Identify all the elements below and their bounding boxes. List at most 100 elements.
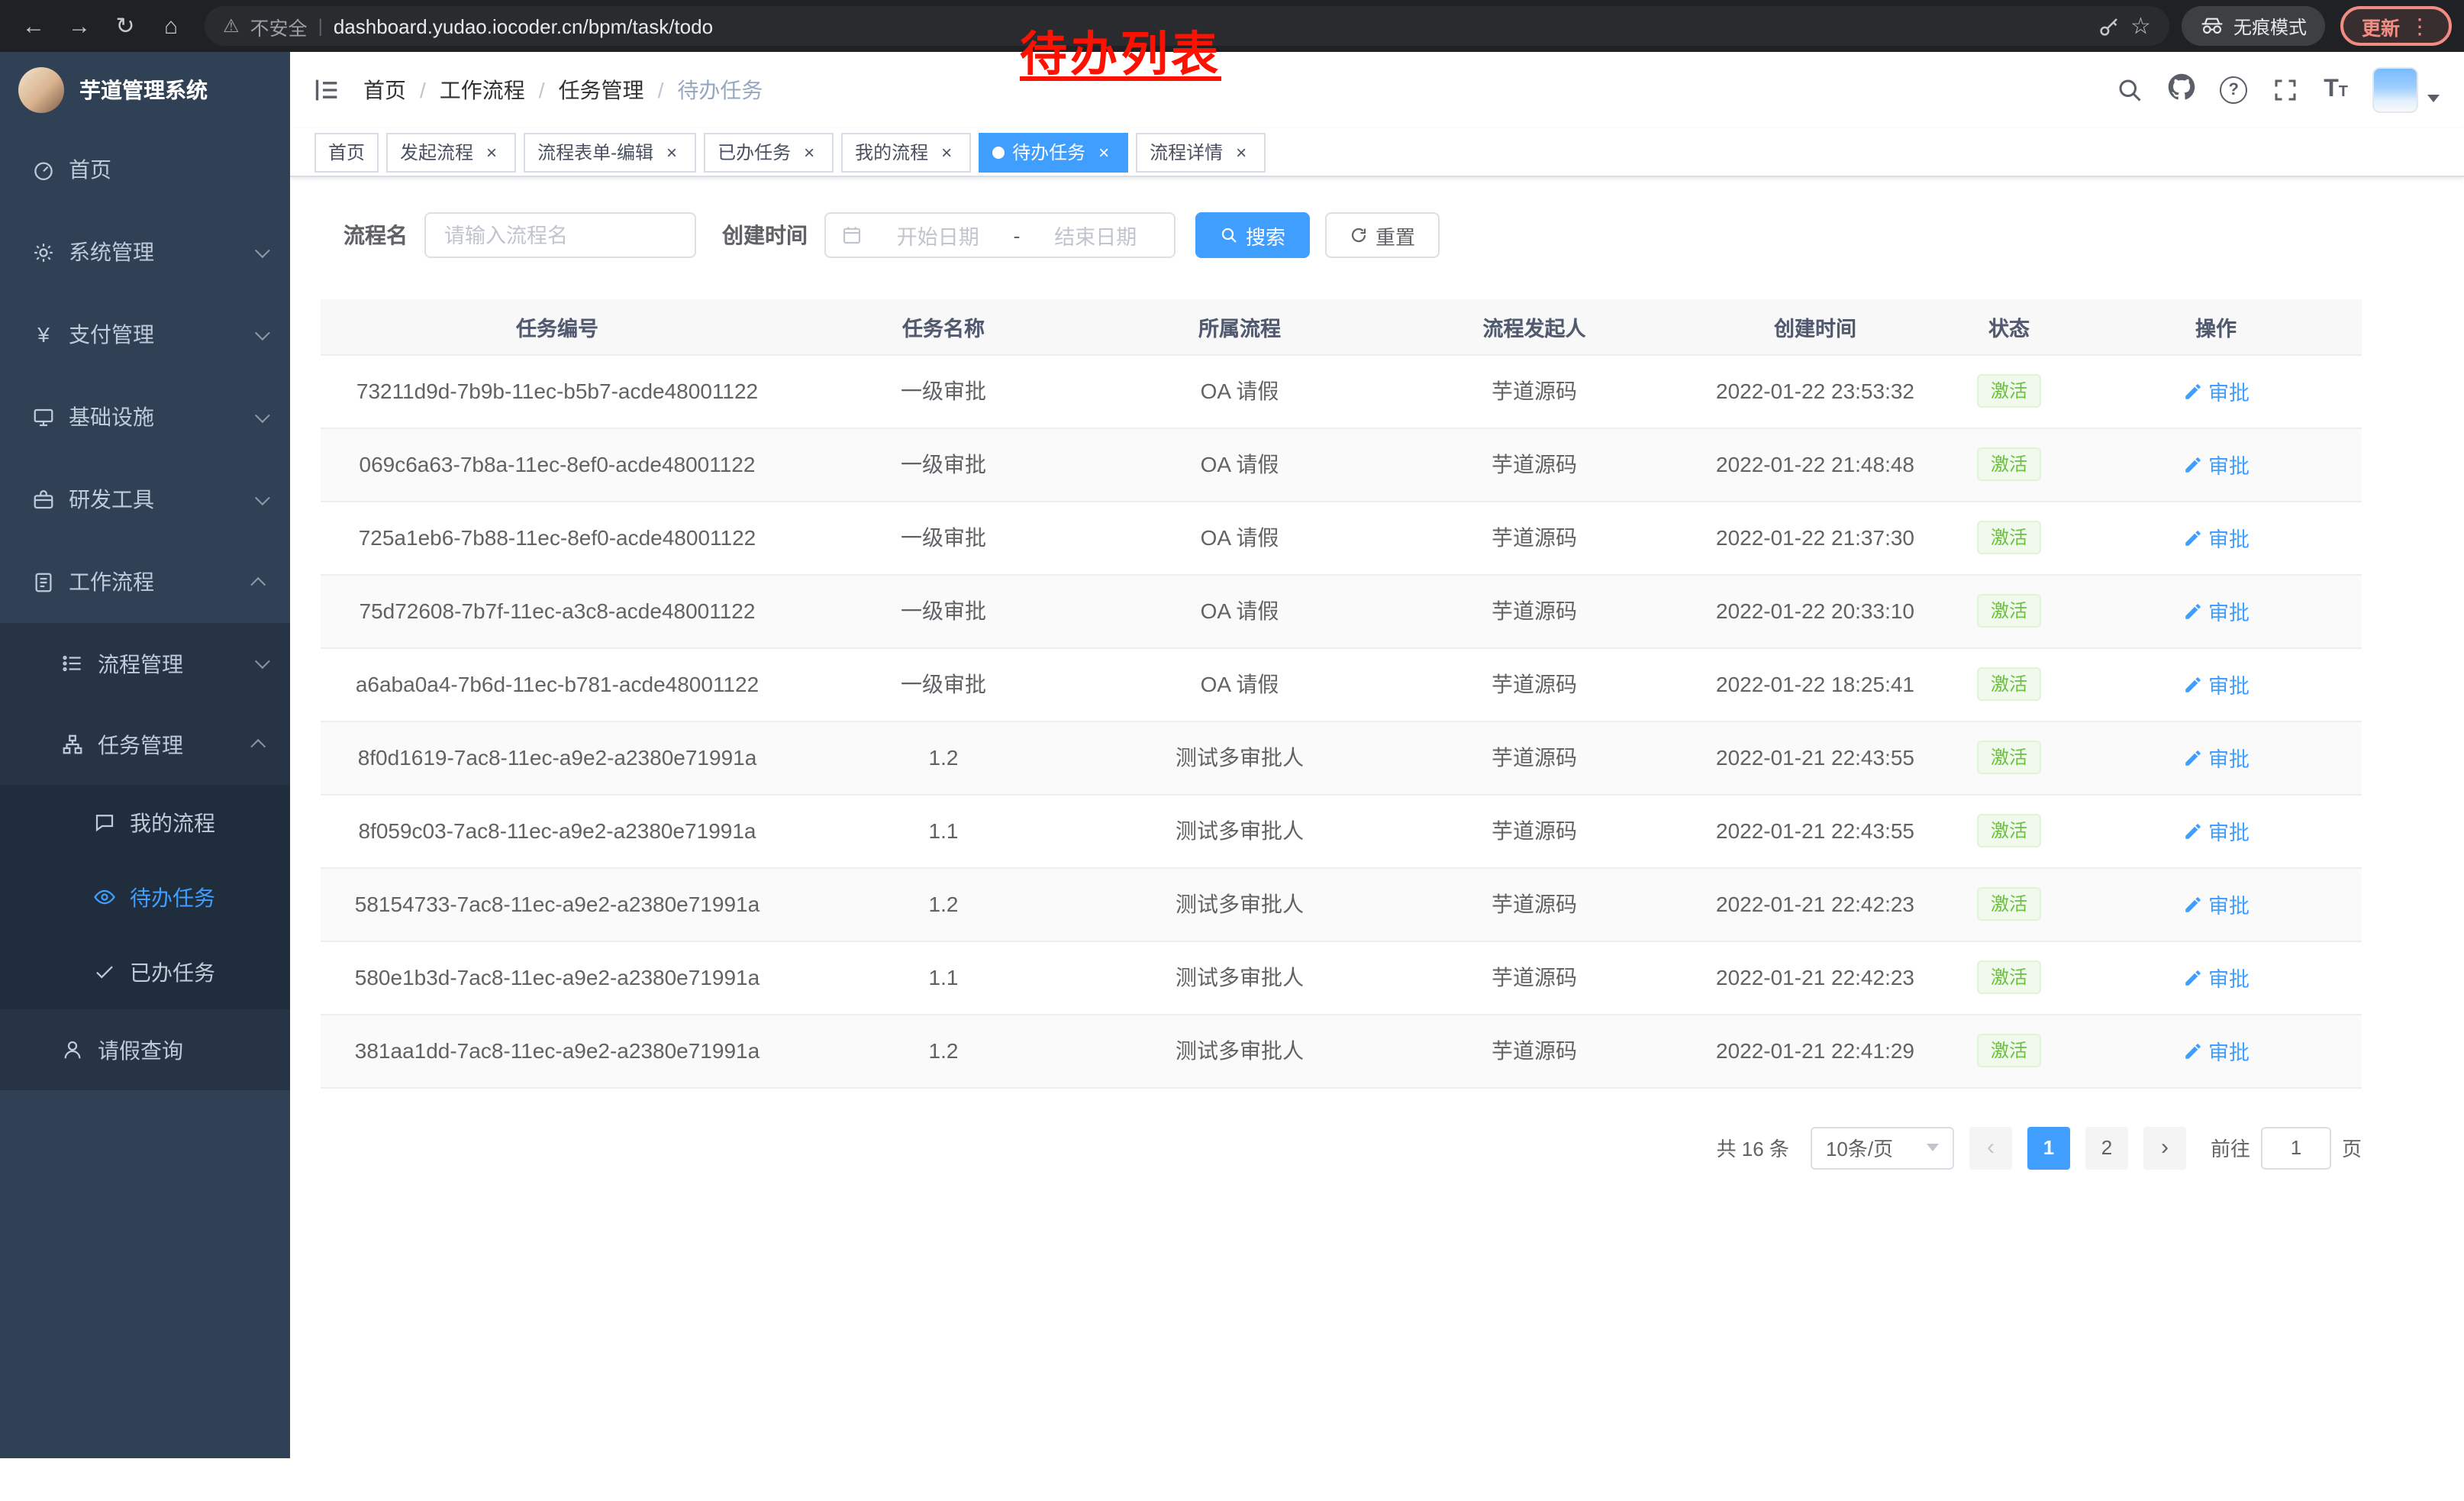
process-name-input[interactable] — [426, 224, 695, 247]
approve-link-label: 审批 — [2208, 962, 2250, 993]
font-size-icon[interactable]: TT — [2324, 76, 2348, 104]
goto-page-input[interactable] — [2261, 1126, 2331, 1169]
sidebar-item-label: 待办任务 — [130, 882, 266, 912]
status-badge: 激活 — [1977, 374, 2041, 408]
search-icon — [1220, 226, 1238, 244]
sidebar-item-workflow[interactable]: 工作流程 — [0, 541, 290, 623]
fullscreen-icon[interactable] — [2272, 76, 2299, 104]
browser-menu-icon[interactable]: ⋮ — [2409, 13, 2430, 39]
cell-task-name: 1.2 — [794, 867, 1093, 941]
next-page-button[interactable]: › — [2143, 1126, 2186, 1169]
page-button-2[interactable]: 2 — [2085, 1126, 2128, 1169]
update-label: 更新 — [2362, 11, 2400, 40]
cell-task-name: 1.1 — [794, 941, 1093, 1014]
reset-button[interactable]: 重置 — [1325, 212, 1440, 258]
sidebar-item-my-process[interactable]: 我的流程 — [0, 785, 290, 860]
cell-status: 激活 — [1948, 574, 2070, 647]
approve-link[interactable]: 审批 — [2182, 962, 2250, 993]
search-icon[interactable] — [2116, 76, 2143, 104]
approve-link[interactable]: 审批 — [2182, 449, 2250, 479]
workflow-submenu: 流程管理 任务管理 我的流程 待办任务 — [0, 623, 290, 1090]
approve-link[interactable]: 审批 — [2182, 815, 2250, 846]
cell-action: 审批 — [2070, 867, 2362, 941]
home-icon[interactable]: ⌂ — [150, 5, 192, 47]
sidebar-item-system[interactable]: 系统管理 — [0, 211, 290, 293]
tab-process-detail[interactable]: 流程详情 × — [1136, 132, 1266, 172]
approve-link[interactable]: 审批 — [2182, 376, 2250, 406]
tab-todo-tasks[interactable]: 待办任务 × — [979, 132, 1128, 172]
sidebar-item-done-tasks[interactable]: 已办任务 — [0, 934, 290, 1009]
sidebar-item-label: 首页 — [69, 154, 266, 185]
approve-link-label: 审批 — [2208, 742, 2250, 773]
security-label[interactable]: 不安全 — [250, 11, 308, 40]
sidebar-collapse-icon[interactable] — [311, 75, 342, 105]
approve-link[interactable]: 审批 — [2182, 522, 2250, 553]
close-icon[interactable]: × — [936, 141, 957, 163]
prev-page-button[interactable]: ‹ — [1969, 1126, 2012, 1169]
chevron-down-icon — [255, 654, 270, 669]
approve-link-label: 审批 — [2208, 522, 2250, 553]
page-size-select[interactable]: 10条/页 — [1811, 1126, 1954, 1169]
close-icon[interactable]: × — [798, 141, 820, 163]
close-icon[interactable]: × — [481, 141, 502, 163]
key-icon[interactable] — [2097, 15, 2120, 37]
cell-process: 测试多审批人 — [1093, 941, 1386, 1014]
sidebar-item-todo-tasks[interactable]: 待办任务 — [0, 860, 290, 934]
breadcrumb-item[interactable]: 首页 — [363, 75, 406, 105]
user-menu[interactable] — [2372, 67, 2440, 113]
close-icon[interactable]: × — [1093, 141, 1114, 163]
cell-initiator: 芋道源码 — [1386, 721, 1682, 794]
cell-created: 2022-01-21 22:43:55 — [1682, 794, 1948, 867]
pencil-icon — [2182, 601, 2202, 621]
cell-task-id: 8f059c03-7ac8-11ec-a9e2-a2380e71991a — [321, 794, 794, 867]
sidebar-item-devtools[interactable]: 研发工具 — [0, 458, 290, 541]
approve-link[interactable]: 审批 — [2182, 596, 2250, 626]
chat-bubble-icon — [93, 811, 116, 834]
refresh-icon[interactable]: ↻ — [104, 5, 147, 47]
font-size-large-glyph: T — [2324, 76, 2339, 104]
search-button[interactable]: 搜索 — [1195, 212, 1310, 258]
help-icon[interactable]: ? — [2220, 76, 2247, 104]
github-icon[interactable] — [2168, 73, 2195, 108]
sidebar-item-label: 系统管理 — [69, 237, 241, 267]
approve-link[interactable]: 审批 — [2182, 1035, 2250, 1066]
sidebar-item-task-mgmt[interactable]: 任务管理 — [0, 704, 290, 785]
cell-action: 审批 — [2070, 647, 2362, 721]
tab-home[interactable]: 首页 — [314, 132, 379, 172]
date-range-picker[interactable]: 开始日期 - 结束日期 — [824, 212, 1176, 258]
approve-link[interactable]: 审批 — [2182, 889, 2250, 919]
status-badge: 激活 — [1977, 1034, 2041, 1067]
overlay-annotation: 待办列表 — [1020, 15, 1221, 84]
approve-link[interactable]: 审批 — [2182, 669, 2250, 699]
page-button-1[interactable]: 1 — [2027, 1126, 2070, 1169]
sidebar-item-leave-query[interactable]: 请假查询 — [0, 1009, 290, 1090]
avatar[interactable] — [2372, 67, 2418, 113]
close-icon[interactable]: × — [661, 141, 682, 163]
cell-status: 激活 — [1948, 647, 2070, 721]
tab-done-tasks[interactable]: 已办任务 × — [704, 132, 834, 172]
sidebar-item-payment[interactable]: ¥ 支付管理 — [0, 293, 290, 376]
tab-form-edit[interactable]: 流程表单-编辑 × — [524, 132, 696, 172]
bookmark-star-icon[interactable]: ☆ — [2130, 12, 2151, 40]
tab-start-process[interactable]: 发起流程 × — [386, 132, 516, 172]
close-icon[interactable]: × — [1230, 141, 1252, 163]
eye-icon — [93, 886, 116, 909]
back-icon[interactable]: ← — [12, 5, 55, 47]
col-task-name: 任务名称 — [794, 299, 1093, 354]
cell-process: OA 请假 — [1093, 647, 1386, 721]
cell-task-id: 381aa1dd-7ac8-11ec-a9e2-a2380e71991a — [321, 1014, 794, 1087]
refresh-icon — [1350, 226, 1368, 244]
sidebar-item-infra[interactable]: 基础设施 — [0, 376, 290, 458]
breadcrumb-item[interactable]: 工作流程 — [440, 75, 525, 105]
cell-status: 激活 — [1948, 941, 2070, 1014]
app-logo[interactable]: 芋道管理系统 — [0, 52, 290, 128]
pencil-icon — [2182, 967, 2202, 987]
tab-my-process[interactable]: 我的流程 × — [841, 132, 971, 172]
sidebar-item-process-mgmt[interactable]: 流程管理 — [0, 623, 290, 704]
col-created: 创建时间 — [1682, 299, 1948, 354]
approve-link[interactable]: 审批 — [2182, 742, 2250, 773]
breadcrumb-item[interactable]: 任务管理 — [559, 75, 644, 105]
sidebar-item-home[interactable]: 首页 — [0, 128, 290, 211]
forward-icon[interactable]: → — [58, 5, 101, 47]
update-button[interactable]: 更新 ⋮ — [2340, 6, 2452, 46]
